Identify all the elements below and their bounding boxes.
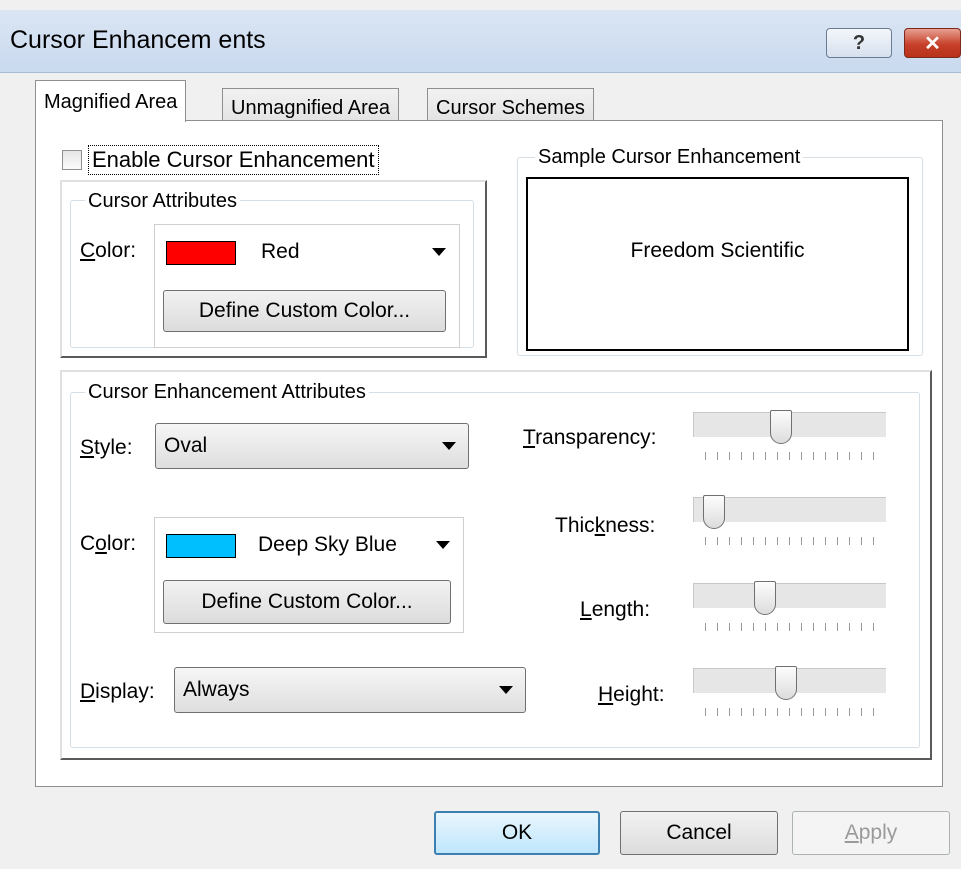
enhancement-define-custom-color-button[interactable]: Define Custom Color... <box>163 580 451 624</box>
enable-cursor-enhancement-row[interactable]: Enable Cursor Enhancement <box>62 145 379 175</box>
title-bar: Cursor Enhancem ents ? ✕ <box>0 10 961 73</box>
thickness-slider[interactable] <box>693 495 886 547</box>
enhancement-color-label: Color: <box>80 532 137 555</box>
length-label: Length: <box>580 598 651 621</box>
chevron-down-icon <box>442 442 456 450</box>
transparency-label: Transparency: <box>523 426 657 449</box>
cancel-button[interactable]: Cancel <box>620 811 778 855</box>
enhancement-attributes-legend: Cursor Enhancement Attributes <box>85 381 369 404</box>
slider-thumb[interactable] <box>754 581 777 615</box>
enhancement-color-select-value: Deep Sky Blue <box>258 533 397 556</box>
chevron-down-icon <box>499 686 513 694</box>
chevron-down-icon <box>432 248 446 256</box>
enable-checkbox[interactable] <box>62 150 82 170</box>
apply-button[interactable]: Apply <box>792 811 950 855</box>
slider-thumb[interactable] <box>703 495 725 529</box>
chevron-down-icon <box>436 541 450 549</box>
sample-text: Freedom Scientific <box>630 239 805 262</box>
height-slider[interactable] <box>693 666 886 718</box>
color-swatch <box>166 241 236 265</box>
display-select-value: Always <box>183 678 250 701</box>
color-select[interactable]: Red <box>156 226 458 278</box>
help-button[interactable]: ? <box>826 28 892 58</box>
define-custom-color-button[interactable]: Define Custom Color... <box>163 290 446 332</box>
close-button[interactable]: ✕ <box>904 28 961 58</box>
slider-ticks <box>705 452 875 460</box>
slider-thumb[interactable] <box>770 410 793 444</box>
enhancement-color-swatch <box>166 534 236 558</box>
slider-ticks <box>705 537 875 545</box>
slider-ticks <box>705 623 875 631</box>
length-slider[interactable] <box>693 581 886 633</box>
thickness-label: Thickness: <box>555 514 656 537</box>
dialog-window: Cursor Enhancem ents ? ✕ Magnified Area … <box>0 0 961 869</box>
tab-cursor-schemes[interactable]: Cursor Schemes <box>427 88 594 121</box>
slider-track <box>693 583 886 608</box>
close-icon: ✕ <box>924 32 941 55</box>
help-icon: ? <box>852 31 866 54</box>
enable-checkbox-label: Enable Cursor Enhancement <box>88 145 379 175</box>
window-title: Cursor Enhancem ents <box>10 26 266 54</box>
tab-unmagnified-area[interactable]: Unmagnified Area <box>222 88 399 121</box>
style-label: Style: <box>80 436 133 459</box>
sample-legend: Sample Cursor Enhancement <box>535 146 804 169</box>
color-label: Color: <box>80 239 137 262</box>
slider-ticks <box>705 708 875 716</box>
enhancement-color-select[interactable]: Deep Sky Blue <box>156 519 462 571</box>
transparency-slider[interactable] <box>693 410 886 462</box>
slider-thumb[interactable] <box>775 666 797 700</box>
sample-preview: Freedom Scientific <box>526 177 909 351</box>
display-label: Display: <box>80 680 155 703</box>
color-select-value: Red <box>261 240 300 263</box>
display-select[interactable]: Always <box>174 667 526 713</box>
height-label: Height: <box>598 683 665 706</box>
ok-button[interactable]: OK <box>434 811 600 855</box>
tab-magnified-area[interactable]: Magnified Area <box>35 80 187 122</box>
cursor-attributes-legend: Cursor Attributes <box>85 190 240 213</box>
style-select-value: Oval <box>164 434 208 457</box>
style-select[interactable]: Oval <box>155 423 469 469</box>
